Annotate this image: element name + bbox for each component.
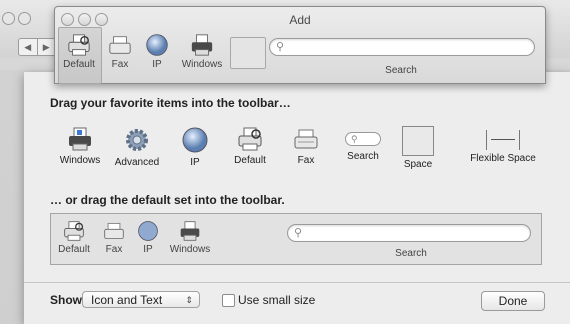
toolbar-item-ip[interactable]: IP (143, 33, 171, 70)
palette-item-label: Fax (297, 155, 315, 166)
background-nav-buttons: ◀ ▶ (18, 38, 56, 56)
palette-item-label: Space (403, 159, 433, 170)
printer-windows-icon (69, 127, 91, 151)
default-set-item-fax: Fax (101, 220, 127, 255)
default-set-item-label: Default (58, 244, 90, 255)
window-title: Add (289, 13, 311, 27)
palette-item-windows[interactable]: Windows (58, 126, 102, 166)
fax-icon (109, 36, 131, 54)
globe-icon (182, 127, 208, 153)
palette-item-advanced[interactable]: Advanced (111, 126, 163, 168)
palette-item-label: Default (234, 155, 266, 166)
palette-item-label: Search (347, 151, 379, 162)
forward-icon: ▶ (36, 39, 56, 55)
palette-item-label: IP (190, 157, 200, 168)
palette-item-label: Advanced (114, 157, 160, 168)
printer-default-icon (64, 221, 84, 241)
use-small-size-label[interactable]: Use small size (238, 293, 315, 307)
printer-default-icon (238, 127, 262, 151)
bottom-divider (24, 282, 570, 283)
default-set-item-label: Fax (105, 244, 123, 255)
default-set-toolbar[interactable]: Default Fax IP Windows ⚲ Search (50, 213, 542, 265)
background-traffic-lights (2, 12, 34, 28)
fax-icon (294, 129, 318, 149)
magnifier-icon: ⚲ (276, 41, 285, 53)
palette-item-fax[interactable]: Fax (292, 126, 320, 166)
printer-windows-icon (191, 34, 213, 56)
globe-icon (138, 221, 158, 241)
show-popup[interactable]: Icon and Text ⇕ (82, 291, 200, 308)
palette-item-search[interactable]: ⚲ Search (342, 132, 384, 162)
use-small-size-checkbox[interactable] (222, 294, 235, 307)
default-set-search-label: Search (395, 248, 427, 259)
palette-item-label: Flexible Space (470, 153, 536, 164)
toolbar-search-label: Search (385, 65, 417, 76)
toolbar-item-label: IP (152, 59, 162, 70)
show-label: Show (50, 293, 82, 307)
add-window-toolbar: Add Default Fax IP Windows ⚲ Search (54, 6, 546, 84)
printer-default-icon (68, 34, 90, 56)
toolbar-item-default[interactable]: Default (60, 33, 98, 70)
default-set-item-label: IP (143, 244, 153, 255)
palette-item-space[interactable]: Space (400, 126, 436, 170)
default-set-item-label: Windows (169, 244, 211, 255)
toolbar-drop-placeholder (230, 37, 266, 69)
popup-arrows-icon: ⇕ (185, 295, 193, 305)
done-button[interactable]: Done (481, 291, 545, 311)
palette-heading: Drag your favorite items into the toolba… (50, 96, 291, 110)
palette-item-label: Windows (59, 155, 101, 166)
back-icon: ◀ (24, 42, 32, 52)
search-field-icon: ⚲ (345, 132, 381, 146)
default-set-item-ip: IP (135, 220, 161, 255)
globe-icon (146, 34, 168, 56)
palette-item-default[interactable]: Default (228, 126, 272, 166)
gear-icon (126, 129, 148, 151)
space-icon (402, 126, 434, 156)
palette-item-ip[interactable]: IP (180, 126, 210, 168)
magnifier-icon: ⚲ (294, 227, 303, 239)
default-set-heading: … or drag the default set into the toolb… (50, 193, 285, 207)
show-popup-value: Icon and Text (91, 293, 163, 307)
printer-windows-icon (180, 221, 200, 241)
toolbar-item-windows[interactable]: Windows (177, 33, 227, 70)
default-set-item-default: Default (55, 220, 93, 255)
toolbar-item-label: Fax (111, 59, 129, 70)
toolbar-item-label: Windows (181, 59, 223, 70)
flexible-space-icon (486, 130, 520, 150)
toolbar-item-label: Default (63, 59, 95, 70)
palette-item-flexible-space[interactable]: Flexible Space (466, 130, 540, 164)
default-set-item-windows: Windows (167, 220, 213, 255)
fax-icon (104, 222, 124, 240)
toolbar-search-field[interactable]: ⚲ (269, 38, 535, 56)
toolbar-item-fax[interactable]: Fax (107, 33, 133, 70)
default-set-search-field: ⚲ (287, 224, 531, 242)
